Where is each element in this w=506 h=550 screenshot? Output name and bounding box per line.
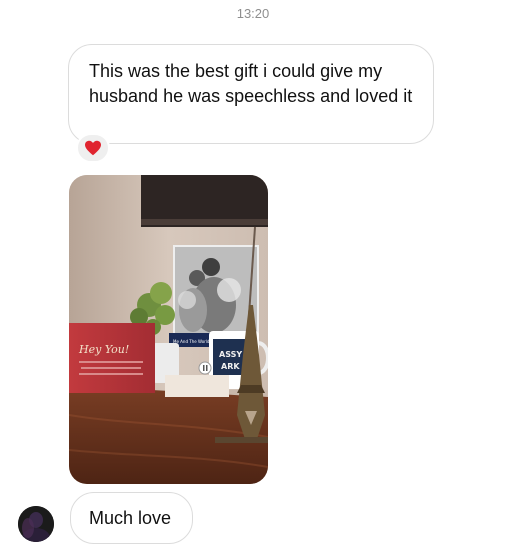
message-text: Much love — [89, 507, 172, 528]
avatar[interactable] — [18, 506, 54, 542]
avatar-image — [18, 506, 54, 542]
card-text: Hey You! — [78, 343, 129, 356]
message-timestamp: 13:20 — [236, 6, 270, 21]
plaque-caption: Me And The World — [173, 339, 210, 344]
message-text: This was the best gift i could give my h… — [89, 61, 413, 106]
heart-reaction[interactable] — [76, 133, 110, 163]
mug-text-bottom: ARK — [221, 362, 240, 371]
heart-icon — [85, 140, 101, 156]
message-bubble[interactable]: This was the best gift i could give my h… — [68, 44, 434, 144]
photo-message[interactable]: Me And The World ASSY ARK Hey You! — [69, 175, 268, 484]
mug-text-top: ASSY — [219, 350, 242, 359]
message-bubble[interactable]: Much love — [70, 492, 193, 544]
gift-photo: Me And The World ASSY ARK Hey You! — [69, 175, 268, 484]
